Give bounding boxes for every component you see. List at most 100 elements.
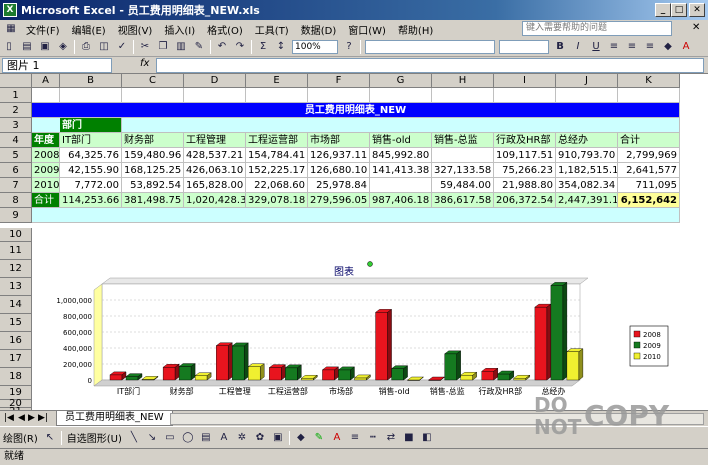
- draw-menu[interactable]: 绘图(R): [3, 430, 38, 445]
- grid-cell[interactable]: [122, 88, 184, 103]
- menu-format[interactable]: 格式(O): [201, 22, 249, 37]
- grid-cell[interactable]: [32, 88, 60, 103]
- menu-help[interactable]: 帮助(H): [392, 22, 439, 37]
- print-icon[interactable]: ⎙: [79, 40, 93, 54]
- help-icon[interactable]: ?: [342, 40, 356, 54]
- column-header[interactable]: A: [32, 74, 60, 88]
- undo-icon[interactable]: ↶: [215, 40, 229, 54]
- next-sheet-icon[interactable]: ▶: [28, 413, 35, 423]
- column-header[interactable]: B: [60, 74, 122, 88]
- cut-icon[interactable]: ✂: [138, 40, 152, 54]
- font-size-select[interactable]: [499, 40, 549, 54]
- picture-icon[interactable]: ▣: [271, 431, 285, 445]
- select-all-corner[interactable]: [0, 74, 32, 88]
- align-left-icon[interactable]: ≡: [607, 40, 621, 54]
- menu-file[interactable]: 文件(F): [20, 22, 66, 37]
- autoshapes-menu[interactable]: 自选图形(U): [67, 430, 122, 445]
- line-color-icon[interactable]: ✎: [312, 431, 326, 445]
- textbox-icon[interactable]: ▤: [199, 431, 213, 445]
- row-header[interactable]: 3: [0, 118, 32, 133]
- paste-icon[interactable]: ▥: [174, 40, 188, 54]
- row-header[interactable]: 7: [0, 178, 32, 193]
- grid-cell[interactable]: [618, 88, 680, 103]
- permission-icon[interactable]: ◈: [56, 40, 70, 54]
- grid-cell[interactable]: [184, 88, 246, 103]
- row-header[interactable]: 2: [0, 103, 32, 118]
- align-right-icon[interactable]: ≡: [643, 40, 657, 54]
- name-box[interactable]: 图片 1: [2, 58, 112, 73]
- fill-color-draw-icon[interactable]: ◆: [294, 431, 308, 445]
- row-header[interactable]: 18: [0, 368, 32, 386]
- row-header[interactable]: 9: [0, 208, 32, 223]
- help-search-input[interactable]: 键入需要帮助的问题: [522, 21, 672, 36]
- column-header[interactable]: K: [618, 74, 680, 88]
- shadow-icon[interactable]: ■: [402, 431, 416, 445]
- row-header[interactable]: 11: [0, 242, 32, 260]
- spelling-icon[interactable]: ✓: [115, 40, 129, 54]
- menu-insert[interactable]: 插入(I): [158, 22, 201, 37]
- column-header[interactable]: E: [246, 74, 308, 88]
- rectangle-icon[interactable]: ▭: [163, 431, 177, 445]
- row-header[interactable]: 13: [0, 278, 32, 296]
- close-workbook-icon[interactable]: ✕: [692, 22, 700, 33]
- excel-doc-icon[interactable]: ▦: [4, 22, 18, 36]
- zoom-select[interactable]: 100%: [292, 40, 338, 54]
- column-header[interactable]: I: [494, 74, 556, 88]
- prev-sheet-icon[interactable]: ◀: [18, 413, 25, 423]
- row-header[interactable]: 4: [0, 133, 32, 148]
- fill-color-icon[interactable]: ◆: [661, 40, 675, 54]
- open-icon[interactable]: ▤: [20, 40, 34, 54]
- fx-icon[interactable]: fx: [140, 58, 149, 69]
- maximize-button[interactable]: □: [671, 3, 687, 17]
- line-icon[interactable]: ╲: [127, 431, 141, 445]
- close-button[interactable]: ✕: [689, 3, 705, 17]
- sheet-tab[interactable]: 员工费用明细表_NEW: [56, 411, 173, 426]
- first-sheet-icon[interactable]: |◀: [4, 413, 14, 423]
- column-header[interactable]: F: [308, 74, 370, 88]
- save-icon[interactable]: ▣: [38, 40, 52, 54]
- menu-view[interactable]: 视图(V): [112, 22, 159, 37]
- embedded-chart[interactable]: 图表 1,000,000 800,000 600,000 400,000 200,000 0…: [32, 260, 708, 408]
- line-style-icon[interactable]: ≡: [348, 431, 362, 445]
- underline-icon[interactable]: U: [589, 40, 603, 54]
- last-sheet-icon[interactable]: ▶|: [38, 413, 48, 423]
- font-color-icon[interactable]: A: [679, 40, 693, 54]
- redo-icon[interactable]: ↷: [233, 40, 247, 54]
- menu-edit[interactable]: 编辑(E): [66, 22, 112, 37]
- row-header[interactable]: 16: [0, 332, 32, 350]
- row-header[interactable]: 5: [0, 148, 32, 163]
- wordart-icon[interactable]: A: [217, 431, 231, 445]
- new-icon[interactable]: ▯: [2, 40, 16, 54]
- autosum-icon[interactable]: Σ: [256, 40, 270, 54]
- oval-icon[interactable]: ◯: [181, 431, 195, 445]
- worksheet-grid[interactable]: A B C D E F G H I J K 1 2 3 4 5 6 7 8 9 10 11 12 13 14 15 16 17 18 19…: [0, 74, 708, 410]
- dash-style-icon[interactable]: ┅: [366, 431, 380, 445]
- row-header[interactable]: 10: [0, 228, 32, 242]
- formula-input[interactable]: [156, 58, 704, 73]
- arrow-icon[interactable]: ↘: [145, 431, 159, 445]
- minimize-button[interactable]: _: [655, 3, 671, 17]
- format-painter-icon[interactable]: ✎: [192, 40, 206, 54]
- 3d-icon[interactable]: ◧: [420, 431, 434, 445]
- font-name-select[interactable]: [365, 40, 495, 54]
- grid-cell[interactable]: [494, 88, 556, 103]
- row-header[interactable]: 8: [0, 193, 32, 208]
- copy-icon[interactable]: ❐: [156, 40, 170, 54]
- arrow-style-icon[interactable]: ⇄: [384, 431, 398, 445]
- grid-cell[interactable]: [60, 88, 122, 103]
- grid-cell[interactable]: [432, 88, 494, 103]
- grid-cell[interactable]: [556, 88, 618, 103]
- sort-icon[interactable]: ↕: [274, 40, 288, 54]
- align-center-icon[interactable]: ≡: [625, 40, 639, 54]
- excel-app-icon[interactable]: X: [3, 3, 17, 17]
- select-objects-icon[interactable]: ↖: [43, 431, 57, 445]
- row-header[interactable]: 14: [0, 296, 32, 314]
- clipart-icon[interactable]: ✿: [253, 431, 267, 445]
- column-header[interactable]: J: [556, 74, 618, 88]
- bold-icon[interactable]: B: [553, 40, 567, 54]
- column-header[interactable]: G: [370, 74, 432, 88]
- print-preview-icon[interactable]: ◫: [97, 40, 111, 54]
- row-header[interactable]: 6: [0, 163, 32, 178]
- grid-cell[interactable]: [308, 88, 370, 103]
- row-header[interactable]: 12: [0, 260, 32, 278]
